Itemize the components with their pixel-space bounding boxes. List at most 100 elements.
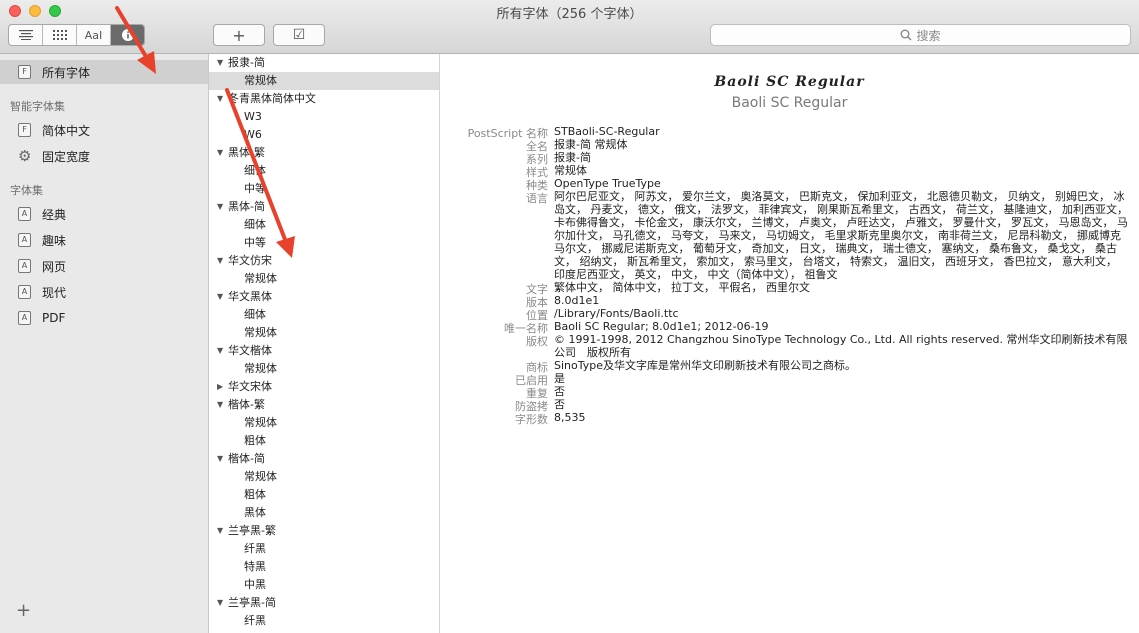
disclosure-open-icon[interactable]: ▼ [217,522,223,540]
info-value: STBaoli-SC-Regular [554,125,660,138]
font-style-label: W6 [244,128,262,141]
font-style-row[interactable]: 细体 [209,216,439,234]
font-collection-icon: A [18,311,31,325]
search-field[interactable]: 搜索 [710,24,1131,46]
disclosure-open-icon[interactable]: ▼ [217,54,223,72]
sidebar-item-label: 简体中文 [42,123,91,138]
font-family-label: 黑体-简 [228,200,265,213]
title-toolbar: 所有字体（256 个字体） AaI + ☑ 搜索 [0,0,1139,54]
font-family-row[interactable]: ▼ 黑体-繁 [209,144,439,162]
font-style-row[interactable]: 常规体 [209,72,439,90]
search-placeholder: 搜索 [916,28,941,43]
font-info-pane: Baoli SC Regular Baoli SC Regular PostSc… [440,54,1139,633]
font-style-row[interactable]: 纤黑 [209,612,439,630]
font-style-row[interactable]: 粗体 [209,486,439,504]
collections-header: 字体集 [10,184,43,197]
info-value: 否 [554,398,565,411]
sidebar-item-label: 现代 [42,285,67,300]
add-font-button[interactable]: + [213,24,265,46]
font-style-label: 常规体 [244,326,277,339]
sidebar-item-classic[interactable]: A 经典 [0,202,208,226]
font-style-label: 纤黑 [244,542,266,555]
disclosure-open-icon[interactable]: ▼ [217,144,223,162]
font-family-row[interactable]: ▼ 华文黑体 [209,288,439,306]
font-style-label: 细体 [244,308,266,321]
sidebar-item-fun[interactable]: A 趣味 [0,228,208,252]
font-style-row[interactable]: 纤黑 [209,540,439,558]
font-style-row[interactable]: 中黑 [209,576,439,594]
font-style-row[interactable]: 常规体 [209,270,439,288]
disclosure-closed-icon[interactable]: ▶ [217,378,223,396]
font-style-row[interactable]: 常规体 [209,360,439,378]
font-style-label: 中黑 [244,578,266,591]
sidebar-item-fixed-width[interactable]: ⚙ 固定宽度 [0,144,208,168]
validate-font-button[interactable]: ☑ [273,24,325,46]
disclosure-open-icon[interactable]: ▼ [217,288,223,306]
info-value: OpenType TrueType [554,177,661,190]
add-collection-button[interactable]: + [16,600,31,621]
font-family-label: 华文楷体 [228,344,272,357]
font-family-row[interactable]: ▼ 黑体-简 [209,198,439,216]
font-style-row[interactable]: 常规体 [209,414,439,432]
font-family-row[interactable]: ▼ 兰亭黑-繁 [209,522,439,540]
font-style-label: 纤黑 [244,614,266,627]
grid-view-button[interactable] [43,25,77,45]
font-style-row[interactable]: 黑体 [209,504,439,522]
disclosure-open-icon[interactable]: ▼ [217,396,223,414]
font-family-row[interactable]: ▼ 华文仿宋 [209,252,439,270]
font-style-label: 常规体 [244,74,277,87]
font-style-row[interactable]: 细体 [209,306,439,324]
font-collection-icon: A [18,233,31,247]
list-icon [18,30,33,40]
font-style-row[interactable]: 常规体 [209,468,439,486]
font-family-row[interactable]: ▼ 华文楷体 [209,342,439,360]
sidebar-item-all-fonts[interactable]: F 所有字体 [0,60,208,84]
info-value: 报隶-简 [554,151,591,164]
font-style-row[interactable]: 细体 [209,162,439,180]
font-file-icon: F [18,123,31,137]
sidebar-item-modern[interactable]: A 现代 [0,280,208,304]
font-style-row[interactable]: 中等 [209,234,439,252]
font-style-row[interactable]: 常规体 [209,324,439,342]
info-value: Baoli SC Regular; 8.0d1e1; 2012-06-19 [554,320,769,333]
font-style-row[interactable]: W6 [209,126,439,144]
font-family-row[interactable]: ▼ 楷体-繁 [209,396,439,414]
disclosure-open-icon[interactable]: ▼ [217,342,223,360]
sidebar-item-label: PDF [42,311,66,325]
sidebar-item-label: 网页 [42,259,67,274]
info-value: SinoType及华文字库是常州华文印刷新技术有限公司之商标。 [554,359,857,372]
font-family-row[interactable]: ▼ 楷体-简 [209,450,439,468]
info-value: 繁体中文， 简体中文， 拉丁文， 平假名， 西里尔文 [554,281,810,294]
font-style-row[interactable]: 特黑 [209,558,439,576]
font-style-label: W3 [244,110,262,123]
search-icon [900,29,913,41]
sidebar-item-pdf[interactable]: A PDF [0,306,208,330]
font-family-label: 黑体-繁 [228,146,265,159]
info-view-button[interactable] [111,25,144,45]
disclosure-open-icon[interactable]: ▼ [217,450,223,468]
disclosure-open-icon[interactable]: ▼ [217,90,223,108]
info-value: 报隶-简 常规体 [554,138,628,151]
list-view-button[interactable] [9,25,43,45]
font-family-row[interactable]: ▼ 冬青黑体简体中文 [209,90,439,108]
font-subtitle: Baoli SC Regular [731,95,848,111]
disclosure-open-icon[interactable]: ▼ [217,198,223,216]
font-style-label: 细体 [244,218,266,231]
font-family-row[interactable]: ▼ 报隶-简 [209,54,439,72]
font-style-row[interactable]: 中等 [209,180,439,198]
sidebar-item-web[interactable]: A 网页 [0,254,208,278]
disclosure-open-icon[interactable]: ▼ [217,252,223,270]
sidebar-item-label: 固定宽度 [42,149,91,164]
sidebar-item-simplified-chinese[interactable]: F 简体中文 [0,118,208,142]
font-style-row[interactable]: W3 [209,108,439,126]
font-style-label: 粗体 [244,434,266,447]
font-style-label: 常规体 [244,272,277,285]
sample-view-button[interactable]: AaI [77,25,111,45]
disclosure-open-icon[interactable]: ▼ [217,594,223,612]
font-style-label: 特黑 [244,560,266,573]
font-style-row[interactable]: 粗体 [209,432,439,450]
font-family-row[interactable]: ▼ 兰亭黑-简 [209,594,439,612]
font-family-row[interactable]: ▶ 华文宋体 [209,378,439,396]
grid-icon [52,30,67,40]
sidebar-item-label: 经典 [42,207,67,222]
